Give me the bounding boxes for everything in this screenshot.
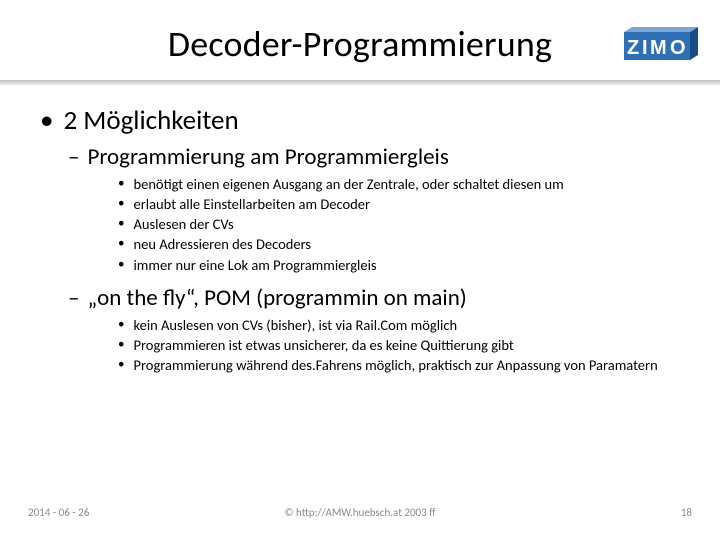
bullet-level3: • immer nur eine Lok am Programmiergleis bbox=[118, 256, 686, 274]
bullet-level3: • benötigt einen eigenen Ausgang an der Z… bbox=[118, 175, 686, 193]
bullet-dot-icon: • bbox=[40, 104, 53, 137]
horizontal-divider bbox=[0, 80, 720, 86]
slide-title: Decoder-Programmierung bbox=[0, 22, 720, 66]
dot-icon: • bbox=[118, 176, 124, 194]
section1-heading: Programmierung am Programmiergleis bbox=[87, 143, 448, 171]
svg-text:O: O bbox=[670, 37, 686, 59]
svg-text:I: I bbox=[642, 37, 648, 59]
brand-logo: Z I M O bbox=[620, 26, 702, 66]
section1-item-3: neu Adressieren des Decoders bbox=[133, 235, 686, 253]
section1-item-2: Auslesen der CVs bbox=[133, 215, 686, 233]
dot-icon: • bbox=[118, 317, 124, 335]
lvl1-text: 2 Möglichkeiten bbox=[63, 104, 238, 137]
footer-copyright: © http://AMW.huebsch.at 2003 ff bbox=[0, 506, 720, 519]
bullet-level3: • Programmierung während des.Fahrens mögl… bbox=[118, 356, 686, 374]
bullet-level2-section2: – „on the fly“, POM (programmin on main) bbox=[68, 284, 686, 312]
bullet-level3: • Programmieren ist etwas unsicherer, da… bbox=[118, 336, 686, 354]
dot-icon: • bbox=[118, 196, 124, 214]
dot-icon: • bbox=[118, 257, 124, 275]
dot-icon: • bbox=[118, 337, 124, 355]
bullet-level3: • erlaubt alle Einstellarbeiten am Decode… bbox=[118, 195, 686, 213]
slide: Decoder-Programmierung Z I M O • 2 Möglic… bbox=[0, 0, 720, 540]
bullet-level2-section1: – Programmierung am Programmiergleis bbox=[68, 143, 686, 171]
bullet-level3: • neu Adressieren des Decoders bbox=[118, 235, 686, 253]
dot-icon: • bbox=[118, 236, 124, 254]
title-row: Decoder-Programmierung Z I M O bbox=[0, 0, 720, 90]
dot-icon: • bbox=[118, 216, 124, 234]
content-area: • 2 Möglichkeiten – Programmierung am Pro… bbox=[40, 104, 686, 375]
footer-page-number: 18 bbox=[681, 506, 692, 519]
bullet-level3: • Auslesen der CVs bbox=[118, 215, 686, 233]
bullet-level3: • kein Auslesen von CVs (bisher), ist via… bbox=[118, 316, 686, 334]
section2-heading: „on the fly“, POM (programmin on main) bbox=[87, 284, 466, 312]
bullet-level1: • 2 Möglichkeiten bbox=[40, 104, 686, 137]
dash-icon: – bbox=[68, 143, 79, 171]
section2-item-1: Programmieren ist etwas unsicherer, da e… bbox=[133, 336, 686, 354]
section2-item-2: Programmierung während des.Fahrens mögli… bbox=[133, 356, 686, 374]
footer: 2014 - 06 - 26 © http://AMW.huebsch.at 2… bbox=[0, 506, 720, 526]
section1-item-1: erlaubt alle Einstellarbeiten am Decoder bbox=[133, 195, 686, 213]
dot-icon: • bbox=[118, 357, 124, 375]
dash-icon: – bbox=[68, 284, 79, 312]
svg-text:Z: Z bbox=[627, 37, 639, 59]
svg-text:M: M bbox=[650, 37, 667, 59]
section2-item-0: kein Auslesen von CVs (bisher), ist via … bbox=[133, 316, 686, 334]
section1-item-4: immer nur eine Lok am Programmiergleis bbox=[133, 256, 686, 274]
section1-item-0: benötigt einen eigenen Ausgang an der Ze… bbox=[133, 175, 686, 193]
zimo-logo-icon: Z I M O bbox=[620, 26, 702, 66]
